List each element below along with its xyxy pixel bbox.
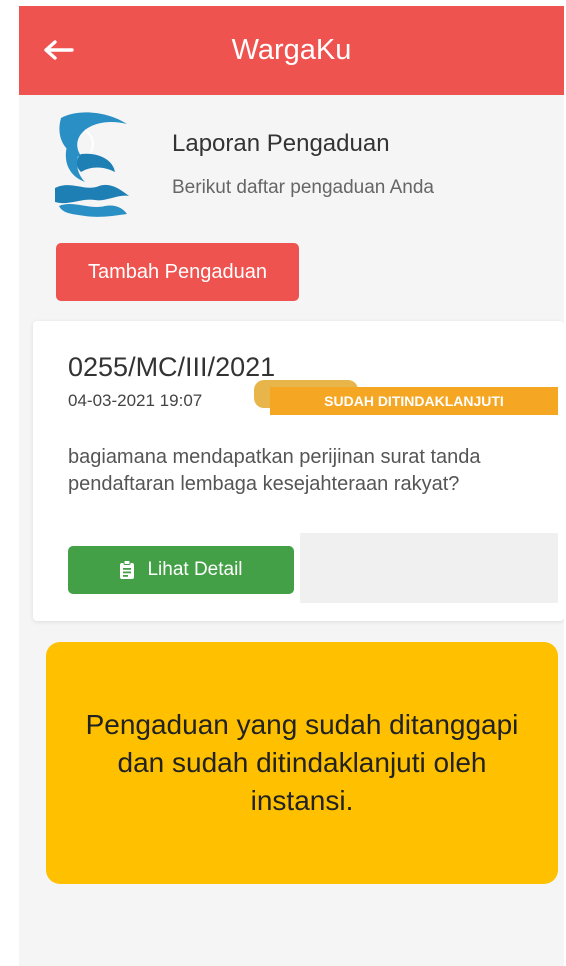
- info-callout: Pengaduan yang sudah ditanggapi dan suda…: [46, 642, 558, 884]
- app-title: WargaKu: [231, 34, 352, 66]
- app-bar: WargaKu: [19, 6, 564, 95]
- dolphin-logo-icon: [55, 112, 129, 217]
- page-subtitle: Berikut daftar pengaduan Anda: [172, 177, 434, 198]
- card-footer-area: [300, 533, 558, 603]
- add-complaint-button[interactable]: Tambah Pengaduan: [56, 243, 299, 301]
- report-id: 0255/MC/III/2021: [68, 352, 276, 382]
- view-detail-label: Lihat Detail: [147, 559, 243, 580]
- report-date: 04-03-2021 19:07: [68, 391, 203, 410]
- clipboard-icon: [120, 560, 135, 579]
- report-description: bagiamana mendapatkan perijinan surat ta…: [68, 446, 481, 495]
- page-title: Laporan Pengaduan: [172, 130, 390, 157]
- status-badge: SUDAH DITINDAKLANJUTI: [270, 387, 558, 415]
- report-card: 0255/MC/III/2021 04-03-2021 19:07 SUDAH …: [33, 321, 564, 621]
- view-detail-button[interactable]: Lihat Detail: [68, 546, 294, 594]
- info-callout-text: Pengaduan yang sudah ditanggapi dan suda…: [85, 709, 519, 816]
